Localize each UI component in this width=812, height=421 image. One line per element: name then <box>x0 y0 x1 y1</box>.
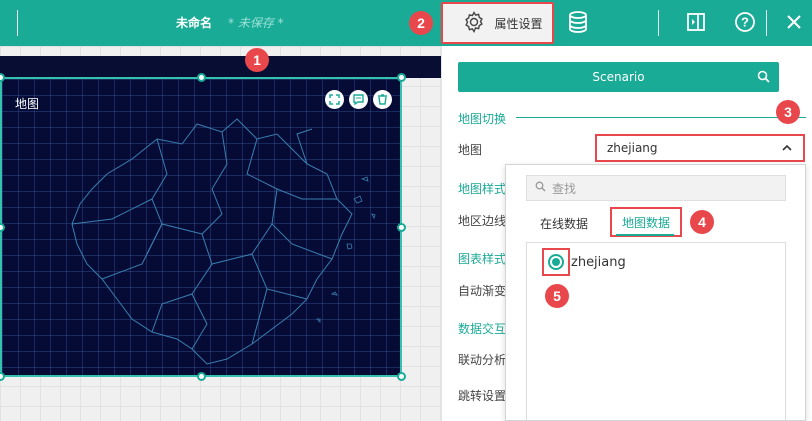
document-title[interactable]: 未命名 <box>176 14 212 31</box>
callout-1: 1 <box>245 48 269 72</box>
widget-title: 地图 <box>15 97 40 111</box>
attribute-settings-label: 属性设置 <box>494 16 543 31</box>
active-tab-indicator <box>616 234 674 236</box>
map-select-value: zhejiang <box>607 141 658 155</box>
jump-settings-label: 跳转设置 <box>458 389 507 403</box>
tab-map-data[interactable]: 地图数据 <box>610 207 682 237</box>
map-widget[interactable]: 地图 <box>0 77 402 377</box>
scenario-label: Scenario <box>592 70 645 84</box>
section-divider <box>516 117 806 118</box>
divider <box>766 10 767 36</box>
resize-handle[interactable] <box>197 372 206 381</box>
tab-online-data[interactable]: 在线数据 <box>540 215 588 232</box>
canvas-background-strip <box>0 56 441 78</box>
radio-selected-icon <box>548 254 564 270</box>
linked-analysis-label: 联动分析 <box>458 353 507 367</box>
option-label-zhejiang[interactable]: zhejiang <box>571 255 626 270</box>
help-icon: ? <box>734 11 756 36</box>
toggle-panel-button[interactable] <box>680 0 712 46</box>
section-chart-style: 图表样式 <box>458 252 507 266</box>
resize-handle[interactable] <box>397 73 406 82</box>
tab-map-data-label: 地图数据 <box>621 215 670 230</box>
divider <box>658 10 659 36</box>
database-icon <box>567 10 589 37</box>
dropdown-search-input[interactable]: 查找 <box>526 175 786 201</box>
region-border-label: 地区边线 <box>458 214 507 228</box>
top-bar: 未命名 * 未保存 * 属性设置 ? <box>0 0 812 46</box>
section-map-style: 地图样式 <box>458 182 507 196</box>
callout-4: 4 <box>690 210 714 234</box>
scenario-button[interactable]: Scenario <box>458 62 779 92</box>
map-select[interactable]: zhejiang <box>595 134 805 162</box>
resize-handle[interactable] <box>197 73 206 82</box>
option-radio-zhejiang[interactable] <box>542 248 570 276</box>
divider <box>17 10 18 36</box>
data-source-button[interactable] <box>562 0 594 46</box>
search-icon <box>535 181 546 195</box>
zhejiang-map[interactable] <box>62 104 402 374</box>
callout-5: 5 <box>545 284 569 308</box>
resize-handle[interactable] <box>397 372 406 381</box>
gear-icon <box>462 10 486 37</box>
panel-toggle-icon <box>686 12 706 35</box>
section-data-interaction: 数据交互 <box>458 322 507 336</box>
auto-gradient-label: 自动渐变 <box>458 284 507 298</box>
map-option-list: zhejiang <box>526 242 786 421</box>
close-button[interactable] <box>778 0 810 46</box>
search-icon <box>757 70 770 86</box>
svg-text:?: ? <box>741 14 749 29</box>
attribute-settings-button[interactable]: 属性设置 <box>441 2 554 44</box>
unsaved-indicator: * 未保存 * <box>228 16 284 30</box>
help-button[interactable]: ? <box>728 0 762 46</box>
close-icon <box>786 14 802 33</box>
map-row-label: 地图 <box>458 143 483 157</box>
chevron-up-icon <box>781 142 793 157</box>
resize-handle[interactable] <box>397 223 406 232</box>
search-placeholder: 查找 <box>552 181 577 196</box>
section-map-switch: 地图切换 <box>458 112 507 126</box>
callout-2: 2 <box>409 11 433 35</box>
callout-3: 3 <box>776 100 800 124</box>
